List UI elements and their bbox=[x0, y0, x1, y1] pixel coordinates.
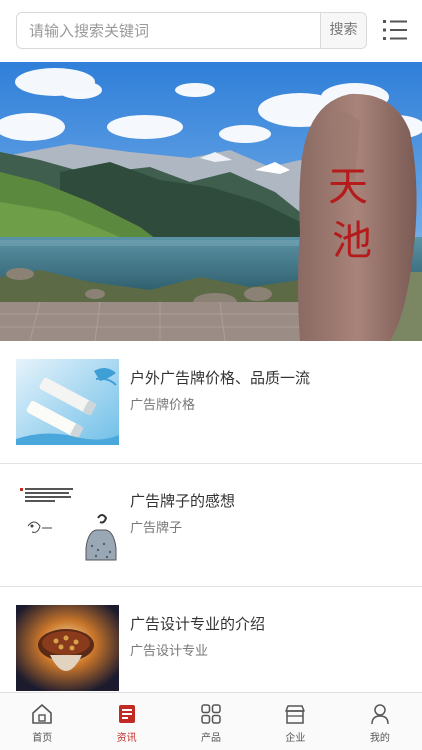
home-icon bbox=[32, 704, 53, 724]
nav-label: 首页 bbox=[32, 733, 53, 744]
header: 搜索 bbox=[0, 0, 422, 62]
news-title: 广告设计专业的介绍 bbox=[130, 615, 266, 633]
nav-label: 资讯 bbox=[116, 733, 137, 744]
search-box: 搜索 bbox=[16, 12, 367, 49]
news-thumbnail bbox=[16, 359, 119, 445]
store-icon bbox=[285, 705, 306, 724]
grid-icon bbox=[201, 704, 221, 724]
search-button[interactable]: 搜索 bbox=[320, 13, 366, 48]
nav-label: 产品 bbox=[201, 733, 222, 744]
news-subtitle: 广告牌子 bbox=[130, 521, 183, 536]
nav-home[interactable]: 首页 bbox=[0, 693, 84, 750]
banner-carousel[interactable]: 天 池 bbox=[0, 62, 422, 341]
news-icon bbox=[118, 705, 135, 723]
nav-label: 企业 bbox=[285, 733, 306, 744]
news-title: 广告牌子的感想 bbox=[130, 492, 236, 510]
news-item[interactable]: 户外广告牌价格、品质一流 广告牌价格 bbox=[0, 341, 422, 464]
menu-icon[interactable] bbox=[382, 17, 408, 43]
bottom-nav: 首页 资讯 产品 企业 我的 bbox=[0, 692, 422, 750]
user-icon bbox=[371, 704, 389, 725]
nav-label: 我的 bbox=[369, 733, 390, 744]
nav-company[interactable]: 企业 bbox=[253, 693, 337, 750]
news-list: 户外广告牌价格、品质一流 广告牌价格 广告牌子的感想 广告牌子 广告设计专业的介… bbox=[0, 341, 422, 710]
nav-products[interactable]: 产品 bbox=[169, 693, 253, 750]
news-thumbnail bbox=[16, 605, 119, 691]
stone-char-2: 池 bbox=[332, 218, 372, 264]
banner-image: 天 池 bbox=[0, 62, 422, 341]
search-input[interactable] bbox=[17, 13, 322, 48]
nav-profile[interactable]: 我的 bbox=[338, 693, 422, 750]
news-title: 户外广告牌价格、品质一流 bbox=[130, 369, 311, 387]
news-thumbnail bbox=[16, 482, 119, 568]
news-subtitle: 广告设计专业 bbox=[130, 644, 209, 659]
news-subtitle: 广告牌价格 bbox=[130, 398, 196, 413]
nav-news[interactable]: 资讯 bbox=[84, 693, 168, 750]
news-item[interactable]: 广告牌子的感想 广告牌子 bbox=[0, 464, 422, 587]
stone-char-1: 天 bbox=[328, 164, 368, 210]
